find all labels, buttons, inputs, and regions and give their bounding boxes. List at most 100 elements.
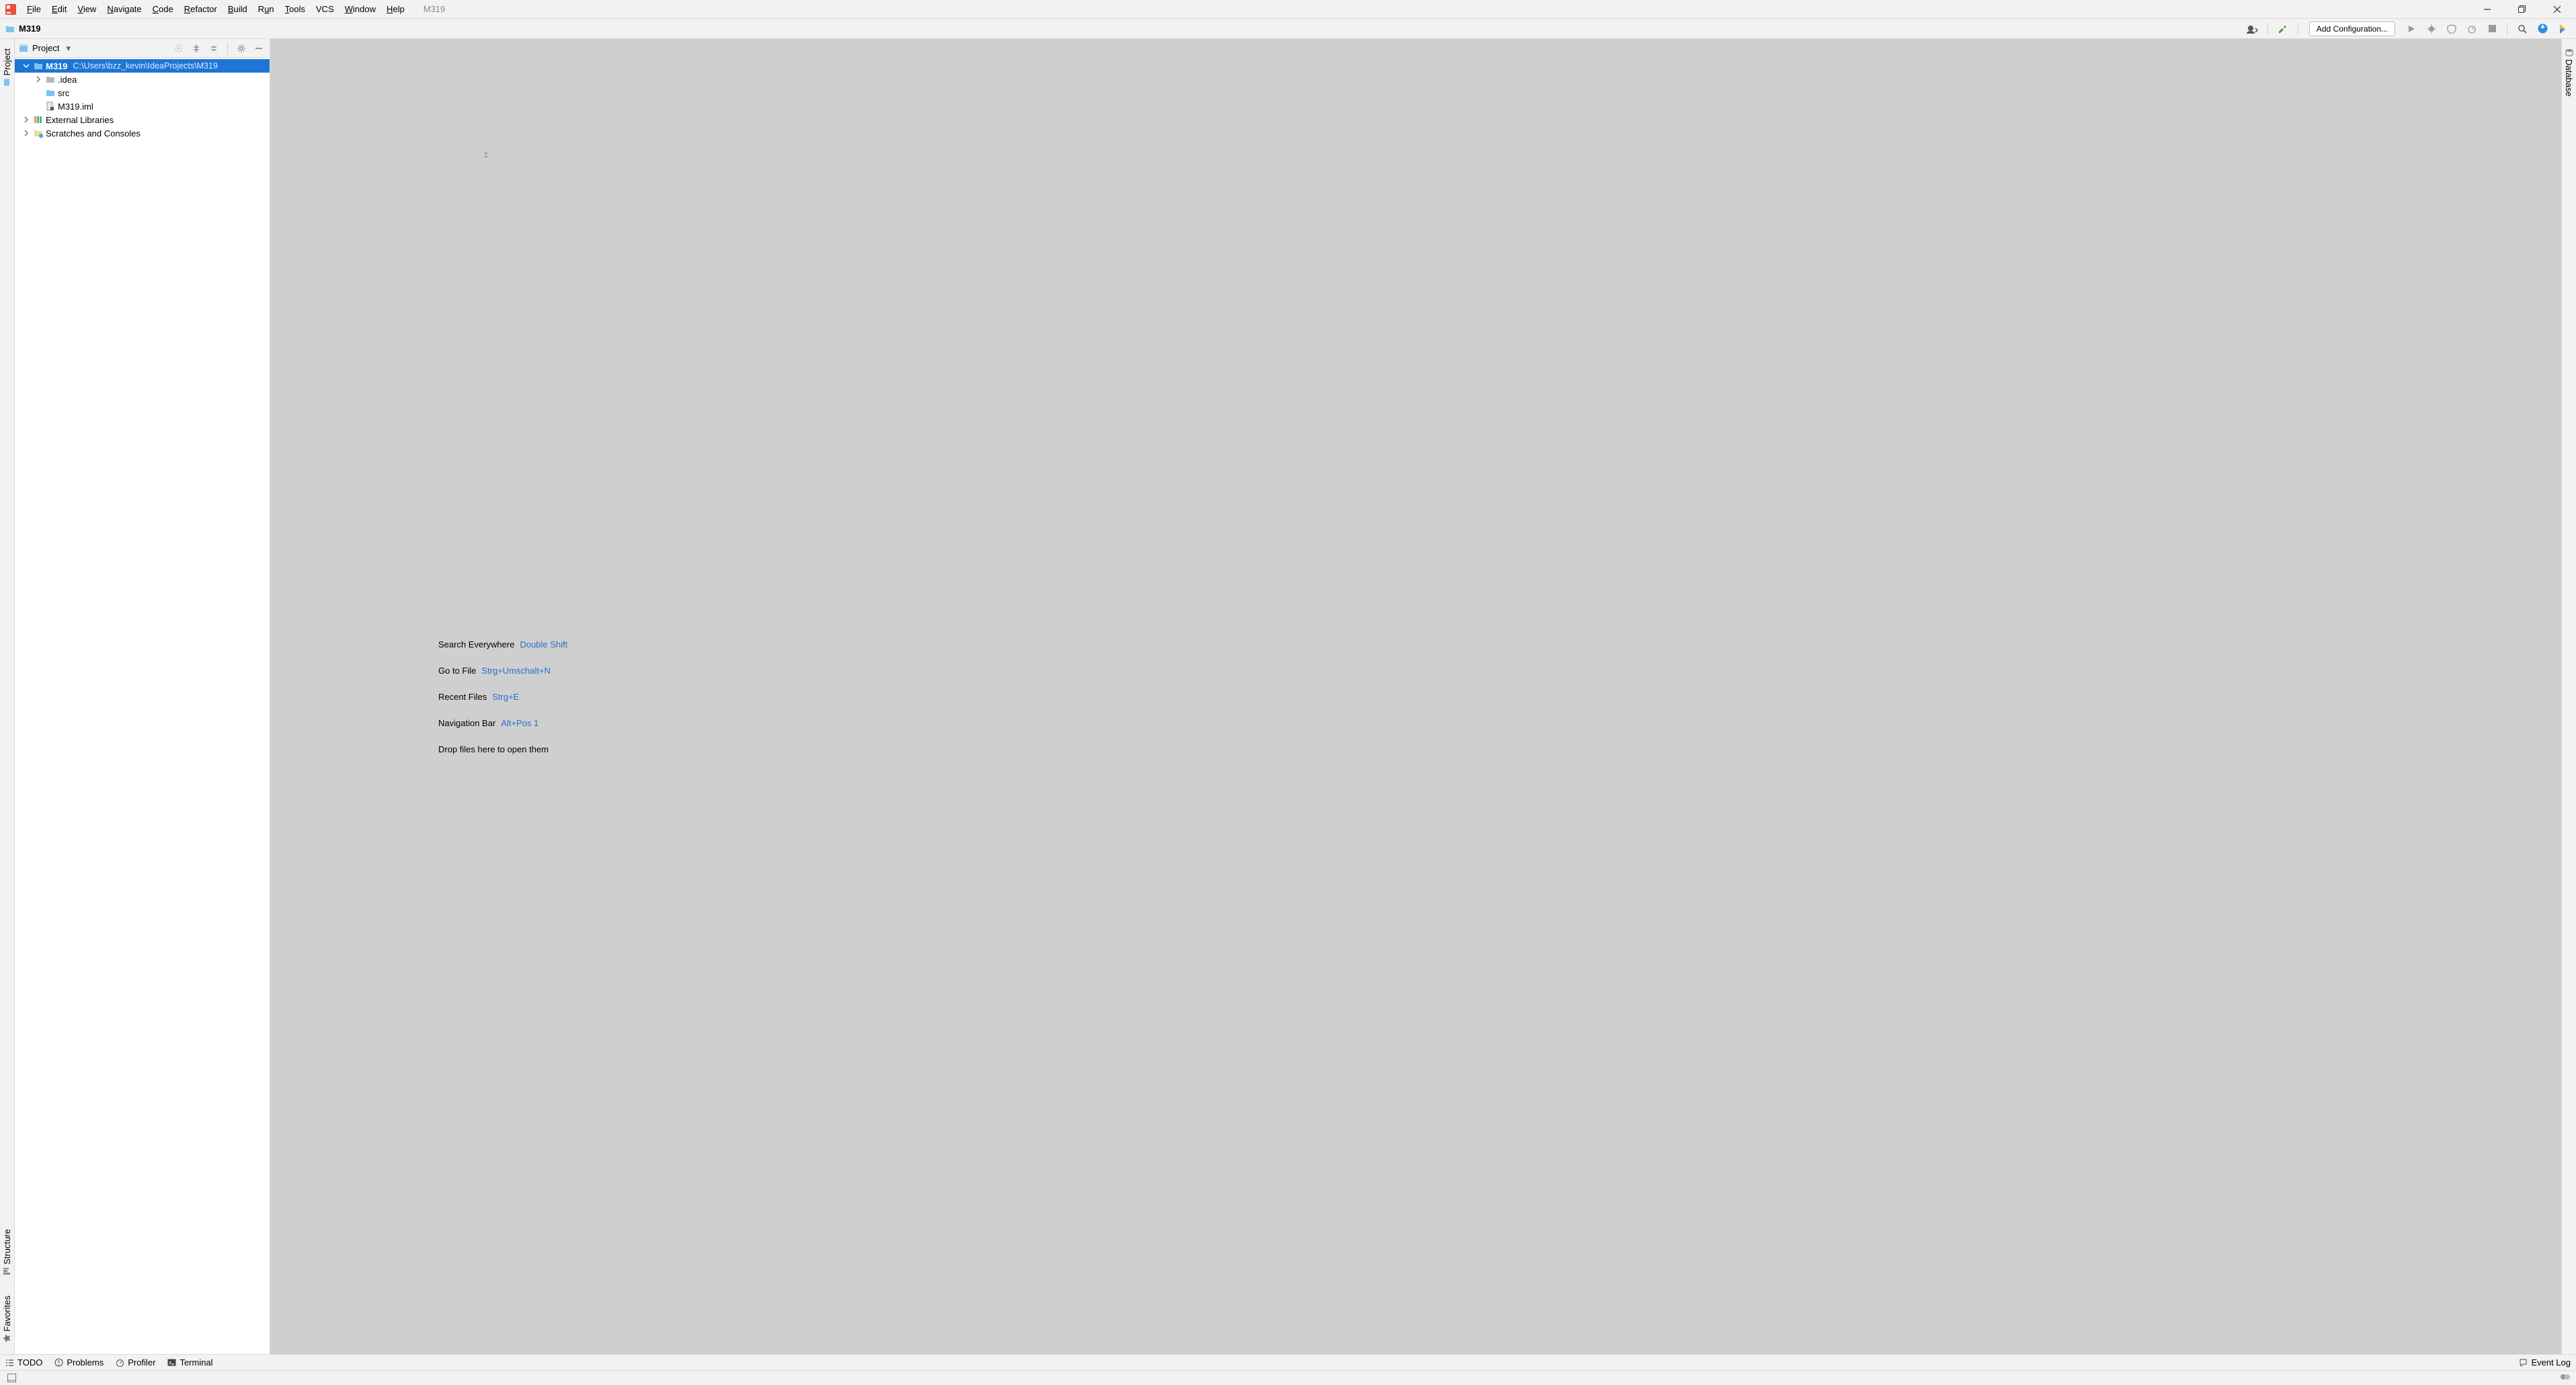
tab-problems[interactable]: Problems bbox=[54, 1357, 104, 1368]
locate-icon[interactable] bbox=[172, 42, 186, 55]
project-view-icon bbox=[19, 44, 28, 53]
project-header: Project ▾ bbox=[15, 39, 270, 58]
chevron-down-icon: ▾ bbox=[66, 43, 71, 54]
left-tool-rail: Project Structure Favorites bbox=[0, 39, 15, 1354]
coverage-icon[interactable] bbox=[2444, 21, 2460, 37]
tree-label: src bbox=[58, 88, 69, 98]
chevron-right-icon[interactable] bbox=[22, 116, 31, 123]
hint-shortcut: Alt+Pos 1 bbox=[501, 718, 538, 728]
breadcrumb[interactable]: M319 bbox=[5, 24, 41, 34]
project-tool-window: Project ▾ M319 C:\Users\bzz_kevin\IdeaPr… bbox=[15, 39, 270, 1354]
tree-root-path: C:\Users\bzz_kevin\IdeaProjects\M319 bbox=[73, 61, 218, 71]
profiler-run-icon[interactable] bbox=[2464, 21, 2480, 37]
menu-run[interactable]: Run bbox=[253, 1, 280, 17]
menu-view[interactable]: View bbox=[72, 1, 102, 17]
hint-label: Navigation Bar bbox=[438, 718, 495, 728]
editor-empty-state[interactable]: ⌶ Search Everywhere Double Shift Go to F… bbox=[270, 39, 2561, 1354]
status-bar bbox=[0, 1370, 2576, 1385]
hint-search-everywhere: Search Everywhere Double Shift bbox=[438, 639, 567, 649]
separator bbox=[227, 42, 228, 54]
search-icon[interactable] bbox=[2514, 21, 2530, 37]
tree-node-external-libraries[interactable]: External Libraries bbox=[15, 113, 270, 126]
scratches-icon bbox=[34, 128, 43, 138]
tab-todo[interactable]: TODO bbox=[5, 1357, 42, 1368]
ide-features-icon[interactable] bbox=[2554, 21, 2571, 37]
rail-tab-database[interactable]: Database bbox=[2563, 43, 2575, 102]
stop-icon[interactable] bbox=[2484, 21, 2500, 37]
tab-label: Problems bbox=[67, 1357, 104, 1368]
todo-icon bbox=[5, 1358, 14, 1367]
hide-icon[interactable] bbox=[252, 42, 266, 55]
tool-windows-toggle-icon[interactable] bbox=[5, 1372, 17, 1384]
folder-icon bbox=[34, 61, 43, 71]
project-view-label: Project bbox=[32, 43, 59, 53]
expand-all-icon[interactable] bbox=[190, 42, 203, 55]
menu-vcs[interactable]: VCS bbox=[311, 1, 339, 17]
tab-label: Terminal bbox=[179, 1357, 212, 1368]
profiler-icon bbox=[116, 1358, 124, 1367]
code-with-me-icon[interactable] bbox=[2245, 21, 2261, 37]
menu-edit[interactable]: Edit bbox=[46, 1, 72, 17]
hint-shortcut: Double Shift bbox=[520, 639, 567, 649]
run-icon[interactable] bbox=[2403, 21, 2419, 37]
database-icon bbox=[2565, 48, 2573, 56]
debug-icon[interactable] bbox=[2423, 21, 2440, 37]
tree-node-src[interactable]: src bbox=[15, 86, 270, 100]
hint-navigation-bar: Navigation Bar Alt+Pos 1 bbox=[438, 718, 538, 728]
tree-label: External Libraries bbox=[46, 115, 114, 125]
hint-label: Search Everywhere bbox=[438, 639, 514, 649]
rail-tab-project[interactable]: Project bbox=[1, 43, 13, 91]
tab-label: Event Log bbox=[2531, 1357, 2571, 1368]
project-tree[interactable]: M319 C:\Users\bzz_kevin\IdeaProjects\M31… bbox=[15, 58, 270, 1354]
menu-window[interactable]: Window bbox=[339, 1, 381, 17]
menu-file[interactable]: File bbox=[22, 1, 46, 17]
minimize-button[interactable] bbox=[2479, 1, 2495, 17]
tab-label: TODO bbox=[17, 1357, 42, 1368]
menu-refactor[interactable]: Refactor bbox=[179, 1, 223, 17]
chevron-right-icon[interactable] bbox=[22, 130, 31, 136]
chevron-right-icon[interactable] bbox=[34, 76, 43, 83]
tree-node-scratches[interactable]: Scratches and Consoles bbox=[15, 126, 270, 140]
close-button[interactable] bbox=[2549, 1, 2565, 17]
collapse-all-icon[interactable] bbox=[207, 42, 220, 55]
tab-event-log[interactable]: Event Log bbox=[2519, 1357, 2571, 1368]
folder-icon bbox=[5, 24, 15, 34]
hint-recent-files: Recent Files Strg+E bbox=[438, 692, 519, 702]
project-view-selector[interactable]: Project ▾ bbox=[19, 43, 71, 54]
tree-node-idea[interactable]: .idea bbox=[15, 73, 270, 86]
rail-tab-favorites[interactable]: Favorites bbox=[1, 1290, 13, 1347]
tree-node-iml[interactable]: M319.iml bbox=[15, 100, 270, 113]
tab-label: Profiler bbox=[128, 1357, 155, 1368]
chevron-down-icon[interactable] bbox=[22, 63, 31, 69]
background-tasks-icon[interactable] bbox=[2560, 1373, 2571, 1383]
menu-navigate[interactable]: Navigate bbox=[102, 1, 147, 17]
problems-icon bbox=[54, 1358, 63, 1367]
update-icon[interactable] bbox=[2534, 21, 2550, 37]
hint-shortcut: Strg+Umschalt+N bbox=[481, 666, 551, 676]
right-tool-rail: Database bbox=[2561, 39, 2576, 1354]
add-configuration-button[interactable]: Add Configuration... bbox=[2309, 22, 2395, 36]
tab-terminal[interactable]: Terminal bbox=[167, 1357, 212, 1368]
tree-node-root[interactable]: M319 C:\Users\bzz_kevin\IdeaProjects\M31… bbox=[15, 59, 270, 73]
build-icon[interactable] bbox=[2275, 21, 2291, 37]
rail-label-database: Database bbox=[2564, 59, 2574, 97]
structure-rail-icon bbox=[3, 1267, 11, 1275]
rail-label-project: Project bbox=[2, 48, 12, 75]
hint-label: Drop files here to open them bbox=[438, 744, 549, 754]
menu-build[interactable]: Build bbox=[223, 1, 253, 17]
separator bbox=[2267, 23, 2268, 35]
menu-code[interactable]: Code bbox=[147, 1, 179, 17]
tab-profiler[interactable]: Profiler bbox=[116, 1357, 155, 1368]
window-controls bbox=[2479, 1, 2573, 17]
maximize-button[interactable] bbox=[2514, 1, 2530, 17]
project-rail-icon bbox=[3, 78, 11, 86]
navigation-bar: M319 Add Configuration... bbox=[0, 19, 2576, 39]
menu-tools[interactable]: Tools bbox=[280, 1, 311, 17]
hint-shortcut: Strg+E bbox=[492, 692, 519, 702]
terminal-icon bbox=[167, 1358, 176, 1367]
rail-tab-structure[interactable]: Structure bbox=[1, 1224, 13, 1281]
gear-icon[interactable] bbox=[235, 42, 248, 55]
libraries-icon bbox=[34, 115, 43, 124]
menu-help[interactable]: Help bbox=[381, 1, 410, 17]
rail-label-favorites: Favorites bbox=[2, 1296, 12, 1331]
